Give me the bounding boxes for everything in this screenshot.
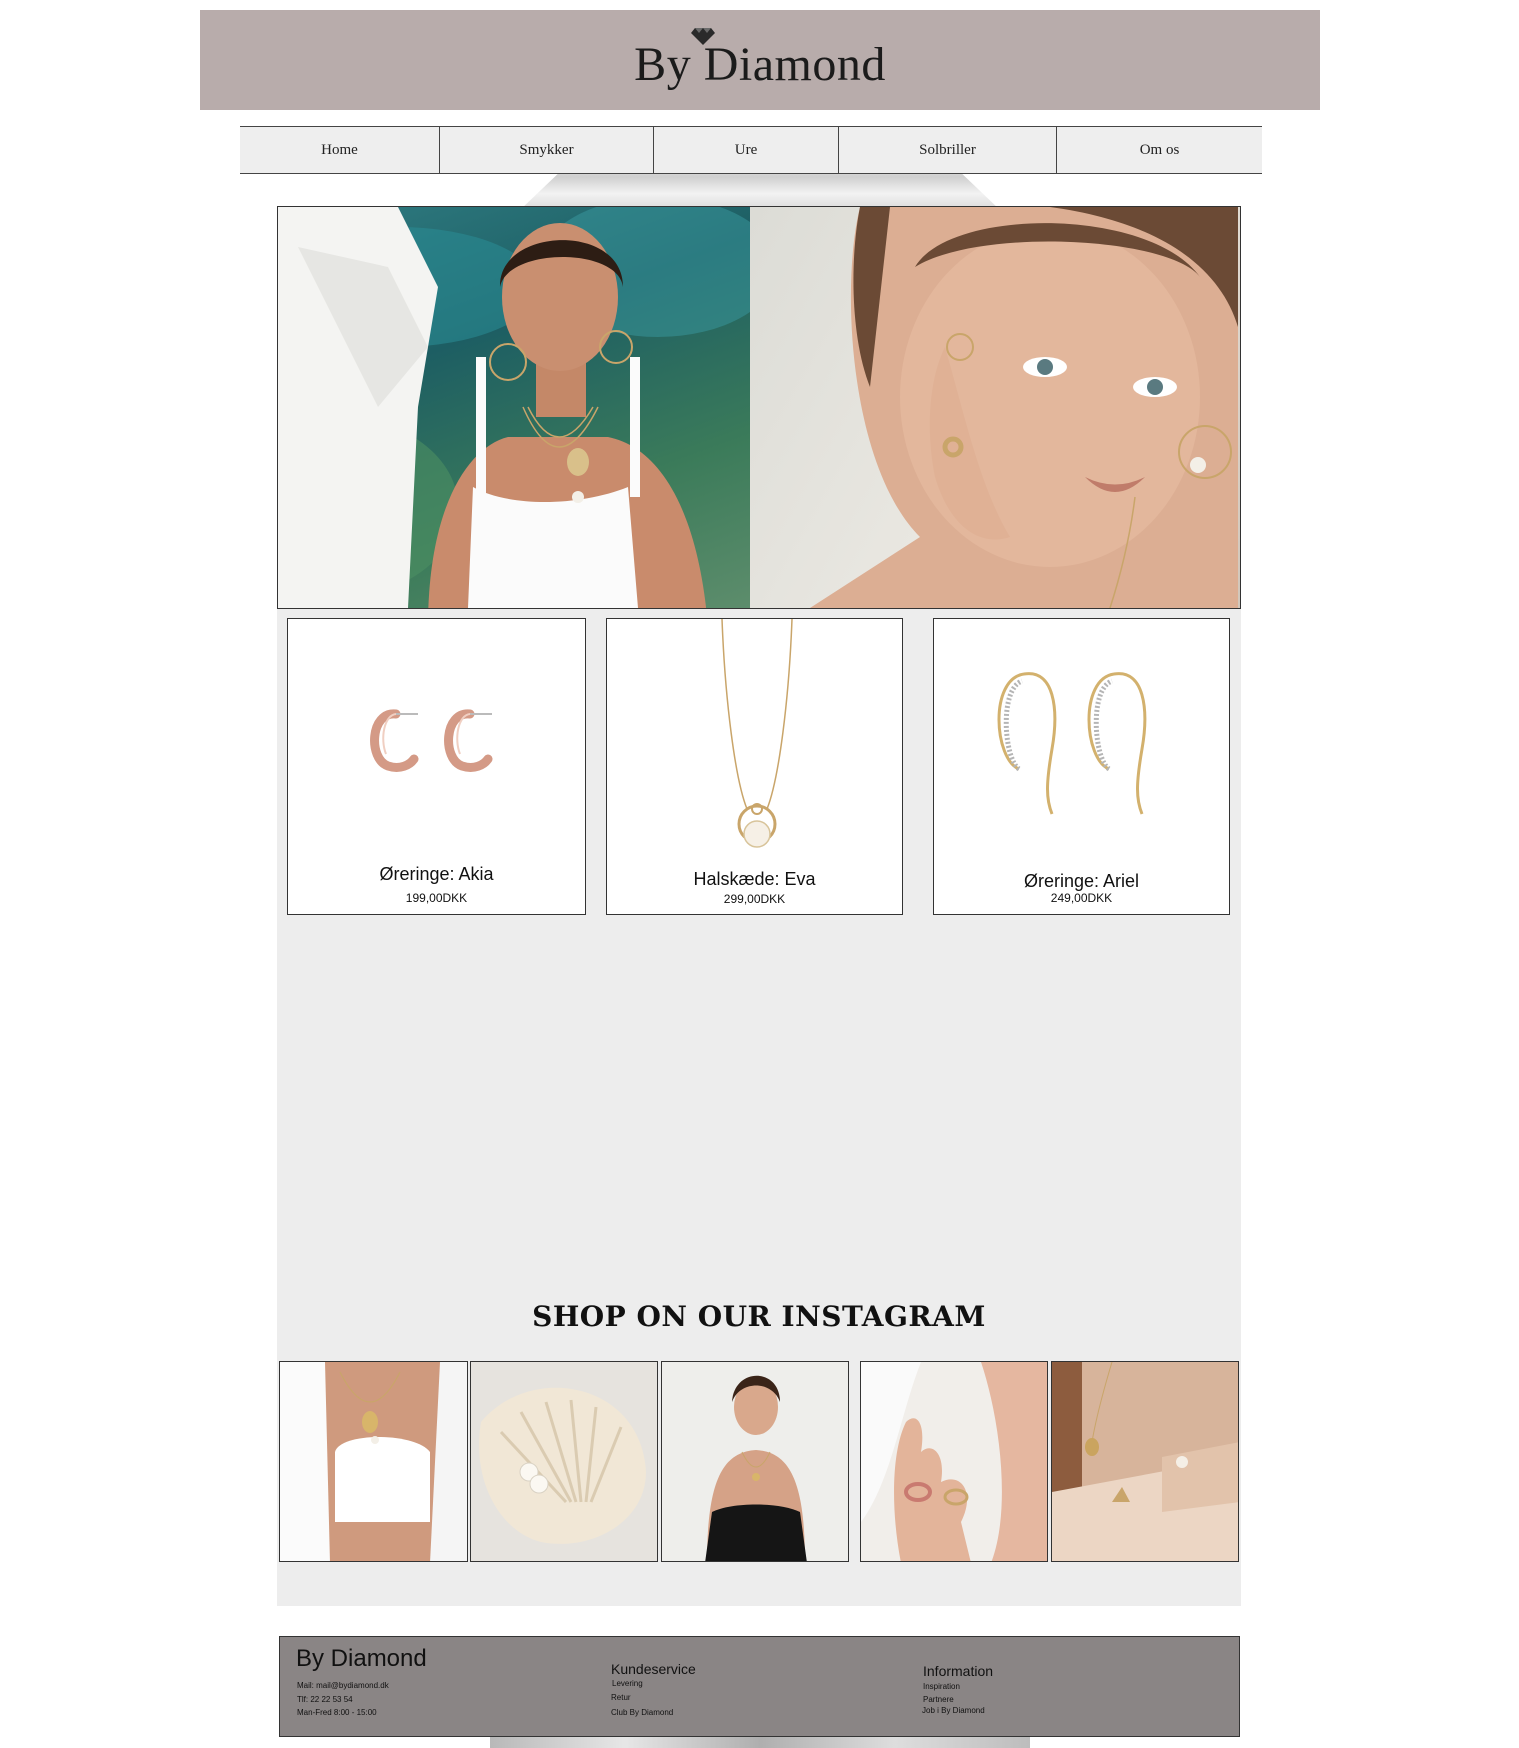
product-price: 299,00DKK	[723, 892, 786, 906]
nav-item-solbriller[interactable]: Solbriller	[839, 127, 1057, 173]
product-price: 199,00DKK	[405, 891, 468, 905]
site-logo[interactable]: By Diamond	[634, 27, 886, 92]
instagram-post-5[interactable]	[1051, 1361, 1239, 1562]
footer-link-partnere[interactable]: Partnere	[923, 1695, 954, 1704]
product-card-ariel[interactable]: Øreringe: Ariel 249,00DKK	[933, 618, 1230, 915]
footer-heading-information: Information	[923, 1663, 994, 1679]
footer-contact-phone: Tlf: 22 22 53 54	[297, 1695, 353, 1704]
diamond-decoration-bottom	[490, 1737, 1030, 1748]
hero-model-beach-image	[278, 207, 750, 608]
product-card-akia[interactable]: Øreringe: Akia 199,00DKK	[287, 618, 586, 915]
product-card-eva[interactable]: Halskæde: Eva 299,00DKK	[606, 618, 903, 915]
site-header: By Diamond	[200, 10, 1320, 110]
nav-item-ure[interactable]: Ure	[654, 127, 839, 173]
footer-contact-mail: Mail: mail@bydiamond.dk	[297, 1681, 389, 1690]
instagram-post-4[interactable]	[860, 1361, 1048, 1562]
nav-label: Home	[321, 141, 358, 158]
brand-name: By Diamond	[634, 37, 886, 91]
hero-image-right	[750, 207, 1240, 608]
instagram-post-3[interactable]	[661, 1361, 849, 1562]
hero-image-left	[278, 207, 750, 608]
hero-model-portrait-image	[810, 207, 1238, 608]
instagram-image-jewelry-display	[1052, 1362, 1238, 1561]
footer-link-levering[interactable]: Levering	[612, 1679, 643, 1688]
instagram-image-shell-earring	[479, 1387, 646, 1544]
footer-brand: By Diamond	[296, 1645, 427, 1672]
nav-label: Smykker	[519, 141, 574, 158]
main-nav: Home Smykker Ure Solbriller Om os	[240, 126, 1262, 174]
instagram-heading: SHOP ON OUR INSTAGRAM	[532, 1300, 986, 1333]
diamond-icon	[691, 27, 716, 45]
product-name[interactable]: Øreringe: Akia	[288, 864, 585, 885]
nav-item-home[interactable]: Home	[240, 127, 440, 173]
footer-link-inspiration[interactable]: Inspiration	[923, 1682, 960, 1691]
instagram-image-rings-hand	[861, 1362, 1047, 1561]
footer-link-job[interactable]: Job i By Diamond	[922, 1706, 985, 1715]
nav-label: Om os	[1139, 141, 1180, 158]
instagram-image-necklace-model	[280, 1362, 467, 1561]
footer-link-club[interactable]: Club By Diamond	[611, 1708, 673, 1717]
product-name[interactable]: Øreringe: Ariel	[934, 871, 1229, 892]
footer-contact-hours: Man-Fred 8:00 - 15:00	[297, 1708, 377, 1717]
footer-heading-kundeservice: Kundeservice	[611, 1661, 696, 1677]
instagram-post-2[interactable]	[470, 1361, 658, 1562]
site-footer: By Diamond Mail: mail@bydiamond.dk Tlf: …	[279, 1636, 1240, 1737]
nav-label: Solbriller	[919, 141, 976, 158]
product-name[interactable]: Halskæde: Eva	[607, 869, 902, 890]
hero-banner[interactable]	[277, 206, 1241, 609]
instagram-post-1[interactable]	[279, 1361, 468, 1562]
product-price: 249,00DKK	[1050, 891, 1113, 905]
footer-link-retur[interactable]: Retur	[611, 1693, 631, 1702]
nav-item-om-os[interactable]: Om os	[1057, 127, 1262, 173]
instagram-image-model-black-dress	[705, 1375, 807, 1561]
nav-label: Ure	[734, 141, 758, 158]
nav-item-smykker[interactable]: Smykker	[440, 127, 654, 173]
